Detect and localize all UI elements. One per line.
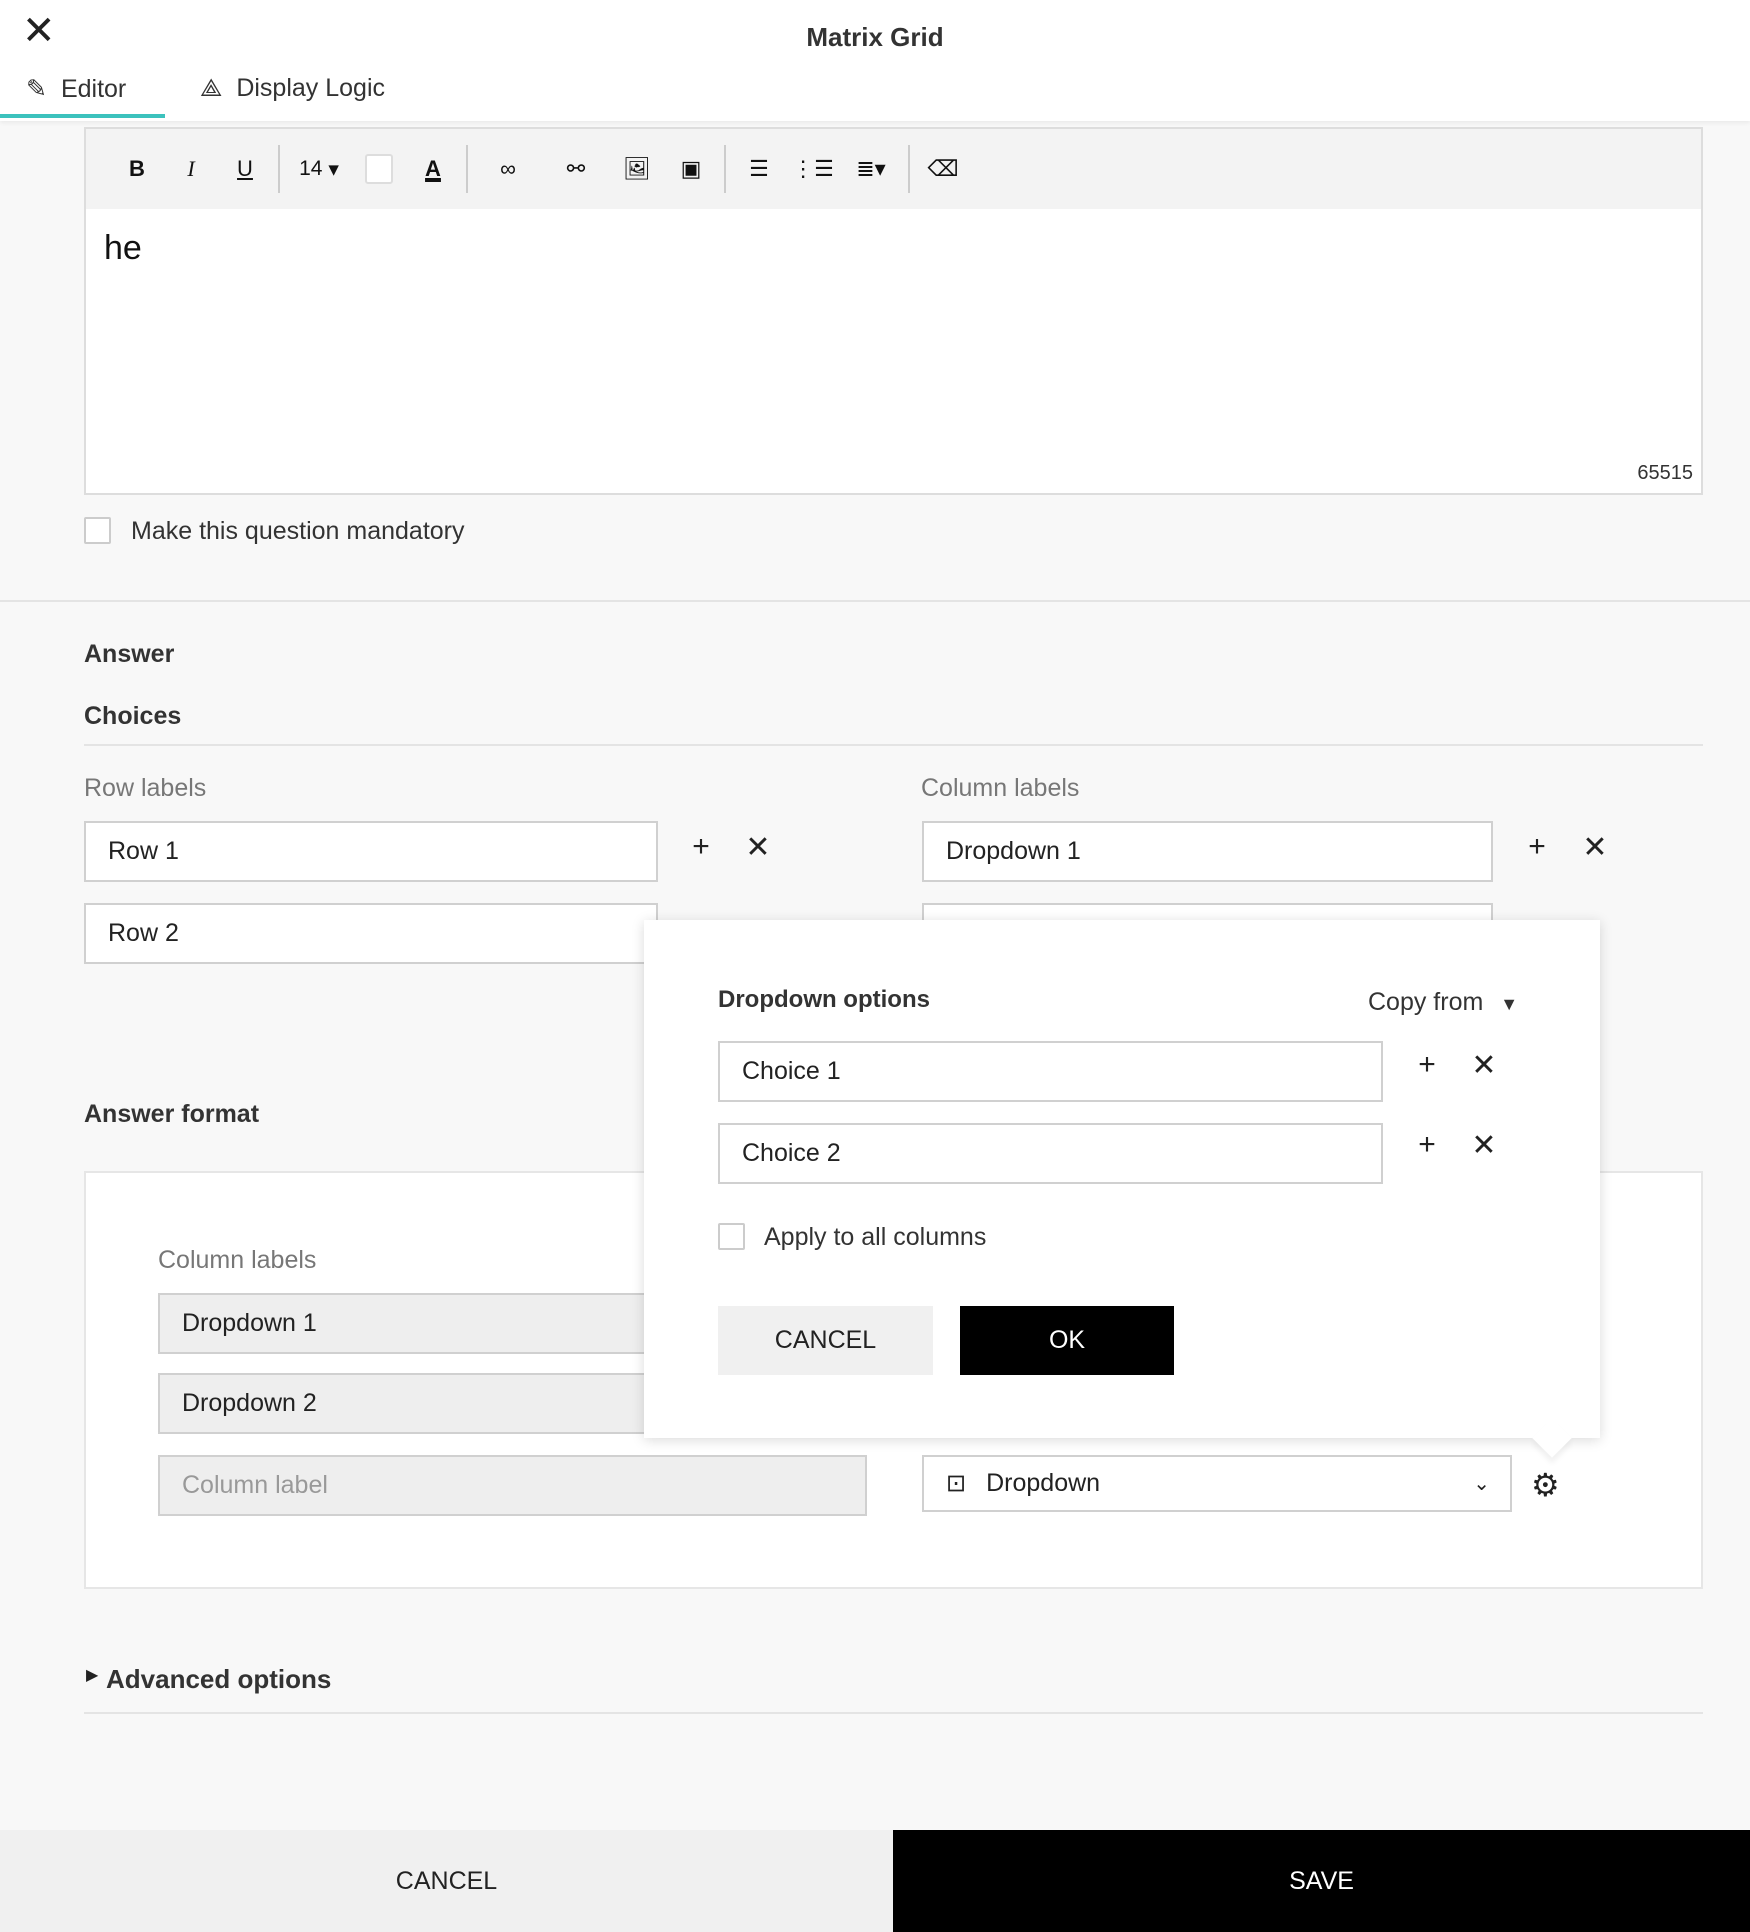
chevron-down-icon: ⌄ xyxy=(1473,1473,1490,1495)
divider xyxy=(724,145,726,193)
page-title: Matrix Grid xyxy=(806,22,944,52)
dropdown-options-popup: Dropdown options Copy from ▼ Choice 1 + … xyxy=(644,920,1600,1458)
mandatory-checkbox[interactable] xyxy=(84,517,111,544)
cancel-button[interactable]: CANCEL xyxy=(0,1830,893,1932)
advanced-options-toggle[interactable]: Advanced options xyxy=(106,1664,331,1695)
italic-icon[interactable]: I xyxy=(164,149,218,189)
new-column-input[interactable]: Column label xyxy=(158,1455,867,1516)
row-labels-title: Row labels xyxy=(84,774,207,802)
rich-text-editor: B I U 14 ▾ A ∞ ⚯ 🖼 ▣ ☰ ⋮☰ ≣▾ ⌫ he 65515 xyxy=(84,127,1703,495)
format-column-labels-title: Column labels xyxy=(158,1246,317,1274)
add-row-icon[interactable]: + xyxy=(683,830,719,864)
tab-editor[interactable]: ✎ Editor xyxy=(26,74,126,104)
active-tab-indicator xyxy=(0,114,165,118)
bold-icon[interactable]: B xyxy=(110,149,164,189)
save-button[interactable]: SAVE xyxy=(893,1830,1750,1932)
remove-choice-icon[interactable]: ✕ xyxy=(1466,1128,1502,1163)
answer-heading: Answer xyxy=(84,640,175,668)
link-icon[interactable]: ∞ xyxy=(474,149,542,189)
font-size-value: 14 xyxy=(299,157,323,180)
font-size-select[interactable]: 14 ▾ xyxy=(286,149,352,189)
row-label-input[interactable]: Row 1 xyxy=(84,821,658,882)
format-select[interactable]: ⊡ Dropdown ⌄ xyxy=(922,1455,1512,1512)
divider xyxy=(466,145,468,193)
gear-icon[interactable]: ⚙ xyxy=(1531,1466,1560,1504)
choice-input[interactable]: Choice 1 xyxy=(718,1041,1383,1102)
divider xyxy=(278,145,280,193)
underline-icon[interactable]: U xyxy=(218,149,272,189)
column-label-input[interactable]: Dropdown 1 xyxy=(922,821,1493,882)
bullet-list-icon[interactable]: ☰ xyxy=(732,149,786,189)
add-column-icon[interactable]: + xyxy=(1519,830,1555,864)
choice-input[interactable]: Choice 2 xyxy=(718,1123,1383,1184)
editor-toolbar: B I U 14 ▾ A ∞ ⚯ 🖼 ▣ ☰ ⋮☰ ≣▾ ⌫ xyxy=(86,129,1701,209)
caret-down-icon: ▼ xyxy=(1500,994,1519,1014)
unlink-icon[interactable]: ⚯ xyxy=(542,149,610,189)
remove-row-icon[interactable]: ✕ xyxy=(740,830,776,865)
logic-icon: ⟁ xyxy=(200,74,223,102)
caret-right-icon: ▶ xyxy=(86,1667,99,1684)
add-choice-icon[interactable]: + xyxy=(1409,1048,1445,1082)
numbered-list-icon[interactable]: ⋮☰ xyxy=(786,149,840,189)
dropdown-format-icon: ⊡ xyxy=(946,1470,967,1497)
header: ✕ Matrix Grid ✎ Editor ⟁ Display Logic xyxy=(0,0,1750,121)
tab-label: Editor xyxy=(60,74,127,103)
popup-ok-button[interactable]: OK xyxy=(960,1306,1174,1375)
tab-display-logic[interactable]: ⟁ Display Logic xyxy=(200,74,385,103)
remove-column-icon[interactable]: ✕ xyxy=(1577,830,1613,865)
tab-label: Display Logic xyxy=(236,74,385,102)
mandatory-label: Make this question mandatory xyxy=(131,517,465,545)
image-icon[interactable]: 🖼 xyxy=(610,149,664,189)
divider xyxy=(84,744,1703,746)
align-icon[interactable]: ≣▾ xyxy=(840,149,902,189)
editor-content[interactable]: he xyxy=(104,229,142,268)
popup-title: Dropdown options xyxy=(718,986,930,1013)
answer-format-heading: Answer format xyxy=(84,1100,260,1128)
divider xyxy=(84,1712,1703,1714)
choices-heading: Choices xyxy=(84,702,182,730)
add-choice-icon[interactable]: + xyxy=(1409,1128,1445,1162)
video-icon[interactable]: ▣ xyxy=(664,149,718,189)
row-label-input[interactable]: Row 2 xyxy=(84,903,658,964)
copy-from-dropdown[interactable]: Copy from ▼ xyxy=(1368,988,1518,1017)
text-color-icon[interactable]: A xyxy=(406,149,460,189)
eraser-icon[interactable]: ⌫ xyxy=(916,149,970,189)
column-labels-title: Column labels xyxy=(921,774,1080,802)
pencil-icon: ✎ xyxy=(26,75,47,103)
remove-choice-icon[interactable]: ✕ xyxy=(1466,1048,1502,1083)
divider xyxy=(0,600,1750,602)
background-color-picker[interactable] xyxy=(352,149,406,189)
divider xyxy=(908,145,910,193)
copy-from-label: Copy from xyxy=(1368,988,1484,1016)
apply-all-label: Apply to all columns xyxy=(764,1223,987,1251)
format-select-value: Dropdown xyxy=(986,1469,1101,1497)
apply-all-checkbox[interactable] xyxy=(718,1223,745,1250)
popup-cancel-button[interactable]: CANCEL xyxy=(718,1306,933,1375)
char-counter: 65515 xyxy=(1637,462,1693,484)
